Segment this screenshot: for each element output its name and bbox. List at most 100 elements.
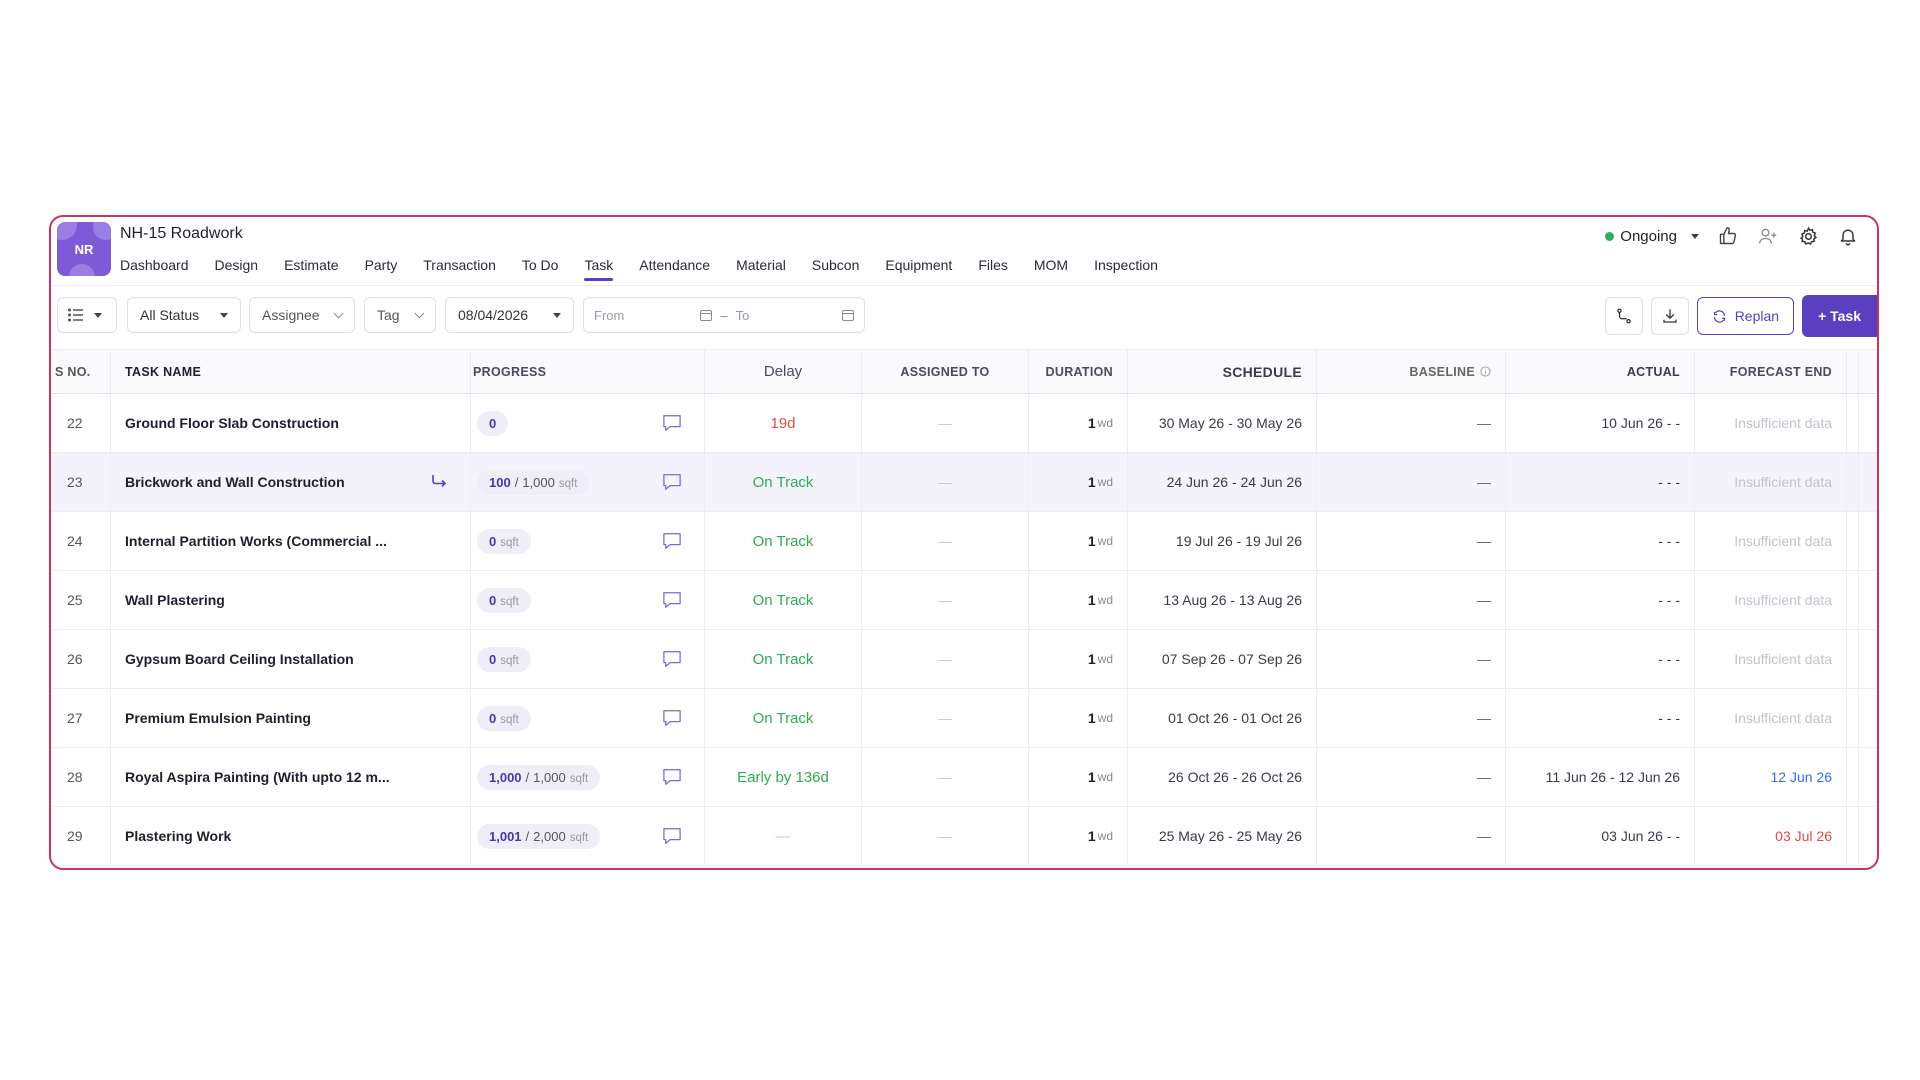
table-row[interactable]: 24 Internal Partition Works (Commercial .… <box>51 512 1877 571</box>
date-range-input[interactable]: From – To <box>583 297 865 333</box>
cell-task-name[interactable]: Premium Emulsion Painting <box>111 689 471 747</box>
task-name[interactable]: Plastering Work <box>125 828 231 844</box>
tab-mom[interactable]: MOM <box>1021 257 1081 281</box>
tab-equipment[interactable]: Equipment <box>872 257 965 281</box>
comment-icon[interactable] <box>662 532 682 550</box>
thumbs-up-icon[interactable] <box>1717 225 1739 247</box>
cell-progress[interactable]: 1,001/2,000 sqft <box>471 807 705 865</box>
table-row[interactable]: 25 Wall Plastering 0 sqft On Track —1 wd 13 Aug… <box>51 571 1877 630</box>
tab-party[interactable]: Party <box>352 257 411 281</box>
comment-icon[interactable] <box>662 650 682 668</box>
col-baseline[interactable]: BASELINE <box>1317 350 1506 393</box>
cell-task-name[interactable]: Gypsum Board Ceiling Installation <box>111 630 471 688</box>
cell-assigned-to[interactable]: — <box>862 807 1029 865</box>
date-select[interactable]: 08/04/2026 <box>445 297 574 333</box>
project-avatar[interactable]: NR <box>57 222 111 276</box>
tab-dashboard[interactable]: Dashboard <box>120 257 202 281</box>
table-row[interactable]: 23 Brickwork and Wall Construction 100/1,0… <box>51 453 1877 512</box>
progress-pill[interactable]: 1,000/1,000 sqft <box>477 764 601 790</box>
col-progress[interactable]: PROGRESS <box>471 350 705 393</box>
task-name[interactable]: Premium Emulsion Painting <box>125 710 311 726</box>
progress-pill[interactable]: 0 sqft <box>477 705 531 731</box>
bell-icon[interactable] <box>1837 225 1859 247</box>
cell-assigned-to[interactable]: — <box>862 748 1029 806</box>
table-row[interactable]: 22 Ground Floor Slab Construction 0 19d —1 wd… <box>51 394 1877 453</box>
cell-task-name[interactable]: Royal Aspira Painting (With upto 12 m... <box>111 748 471 806</box>
status-filter[interactable]: All Status <box>127 297 241 333</box>
assignee-filter[interactable]: Assignee <box>249 297 355 333</box>
cell-assigned-to[interactable]: — <box>862 394 1029 452</box>
task-name[interactable]: Brickwork and Wall Construction <box>125 474 345 490</box>
comment-icon[interactable] <box>662 414 682 432</box>
tab-task[interactable]: Task <box>571 257 626 281</box>
col-assigned-to[interactable]: ASSIGNED TO <box>862 350 1029 393</box>
cell-task-name[interactable]: Ground Floor Slab Construction <box>111 394 471 452</box>
tab-material[interactable]: Material <box>723 257 799 281</box>
tab-attendance[interactable]: Attendance <box>626 257 723 281</box>
progress-pill[interactable]: 100/1,000 sqft <box>477 469 590 495</box>
subtask-arrow-icon[interactable] <box>430 473 448 492</box>
tab-subcon[interactable]: Subcon <box>799 257 872 281</box>
col-settings[interactable] <box>1859 350 1877 393</box>
tab-to-do[interactable]: To Do <box>509 257 572 281</box>
from-date-field[interactable]: From <box>594 308 713 323</box>
add-task-button[interactable]: + Task <box>1802 295 1877 337</box>
comment-icon[interactable] <box>662 768 682 786</box>
task-name[interactable]: Gypsum Board Ceiling Installation <box>125 651 354 667</box>
table-row[interactable]: 28 Royal Aspira Painting (With upto 12 m.… <box>51 748 1877 807</box>
col-actual[interactable]: ACTUAL <box>1506 350 1695 393</box>
cell-assigned-to[interactable]: — <box>862 512 1029 570</box>
task-name[interactable]: Wall Plastering <box>125 592 225 608</box>
dependency-button[interactable] <box>1604 297 1643 335</box>
comment-icon[interactable] <box>662 827 682 845</box>
cell-progress[interactable]: 0 sqft <box>471 571 705 629</box>
cell-progress[interactable]: 0 sqft <box>471 689 705 747</box>
cell-assigned-to[interactable]: — <box>862 453 1029 511</box>
tab-design[interactable]: Design <box>202 257 272 281</box>
table-row[interactable]: 27 Premium Emulsion Painting 0 sqft On Track… <box>51 689 1877 748</box>
tab-inspection[interactable]: Inspection <box>1081 257 1171 281</box>
table-row[interactable]: 26 Gypsum Board Ceiling Installation 0 sqft… <box>51 630 1877 689</box>
col-delay[interactable]: Delay <box>705 350 862 393</box>
cell-assigned-to[interactable]: — <box>862 571 1029 629</box>
tag-filter[interactable]: Tag <box>364 297 436 333</box>
task-name[interactable]: Internal Partition Works (Commercial ... <box>125 533 387 549</box>
cell-progress[interactable]: 1,000/1,000 sqft <box>471 748 705 806</box>
col-sno[interactable]: S NO. <box>51 350 111 393</box>
progress-pill[interactable]: 0 sqft <box>477 587 531 613</box>
cell-task-name[interactable]: Wall Plastering <box>111 571 471 629</box>
col-task-name[interactable]: TASK NAME <box>111 350 471 393</box>
table-row[interactable]: 29 Plastering Work 1,001/2,000 sqft — —1 wd 25 … <box>51 807 1877 866</box>
task-name[interactable]: Royal Aspira Painting (With upto 12 m... <box>125 769 390 785</box>
cell-progress[interactable]: 0 sqft <box>471 512 705 570</box>
col-forecast-end[interactable]: FORECAST END <box>1695 350 1847 393</box>
replan-button[interactable]: Replan <box>1696 297 1795 335</box>
cell-task-name[interactable]: Plastering Work <box>111 807 471 865</box>
progress-pill[interactable]: 0 <box>477 410 509 436</box>
cell-progress[interactable]: 100/1,000 sqft <box>471 453 705 511</box>
download-button[interactable] <box>1650 297 1689 335</box>
view-toggle-button[interactable] <box>57 297 117 333</box>
cell-assigned-to[interactable]: — <box>862 689 1029 747</box>
col-schedule[interactable]: SCHEDULE <box>1128 350 1317 393</box>
cell-task-name[interactable]: Brickwork and Wall Construction <box>111 453 471 511</box>
tab-estimate[interactable]: Estimate <box>271 257 351 281</box>
add-user-icon[interactable] <box>1757 225 1779 247</box>
cell-progress[interactable]: 0 <box>471 394 705 452</box>
comment-icon[interactable] <box>662 709 682 727</box>
progress-pill[interactable]: 1,001/2,000 sqft <box>477 823 601 849</box>
tab-files[interactable]: Files <box>965 257 1021 281</box>
cell-task-name[interactable]: Internal Partition Works (Commercial ... <box>111 512 471 570</box>
progress-pill[interactable]: 0 sqft <box>477 528 531 554</box>
gear-icon[interactable] <box>1797 225 1819 247</box>
status-dropdown[interactable]: Ongoing <box>1605 228 1699 245</box>
progress-pill[interactable]: 0 sqft <box>477 646 531 672</box>
comment-icon[interactable] <box>662 591 682 609</box>
task-name[interactable]: Ground Floor Slab Construction <box>125 415 339 431</box>
col-duration[interactable]: DURATION <box>1029 350 1128 393</box>
cell-progress[interactable]: 0 sqft <box>471 630 705 688</box>
comment-icon[interactable] <box>662 473 682 491</box>
to-date-field[interactable]: To <box>736 308 855 323</box>
cell-assigned-to[interactable]: — <box>862 630 1029 688</box>
tab-transaction[interactable]: Transaction <box>410 257 509 281</box>
